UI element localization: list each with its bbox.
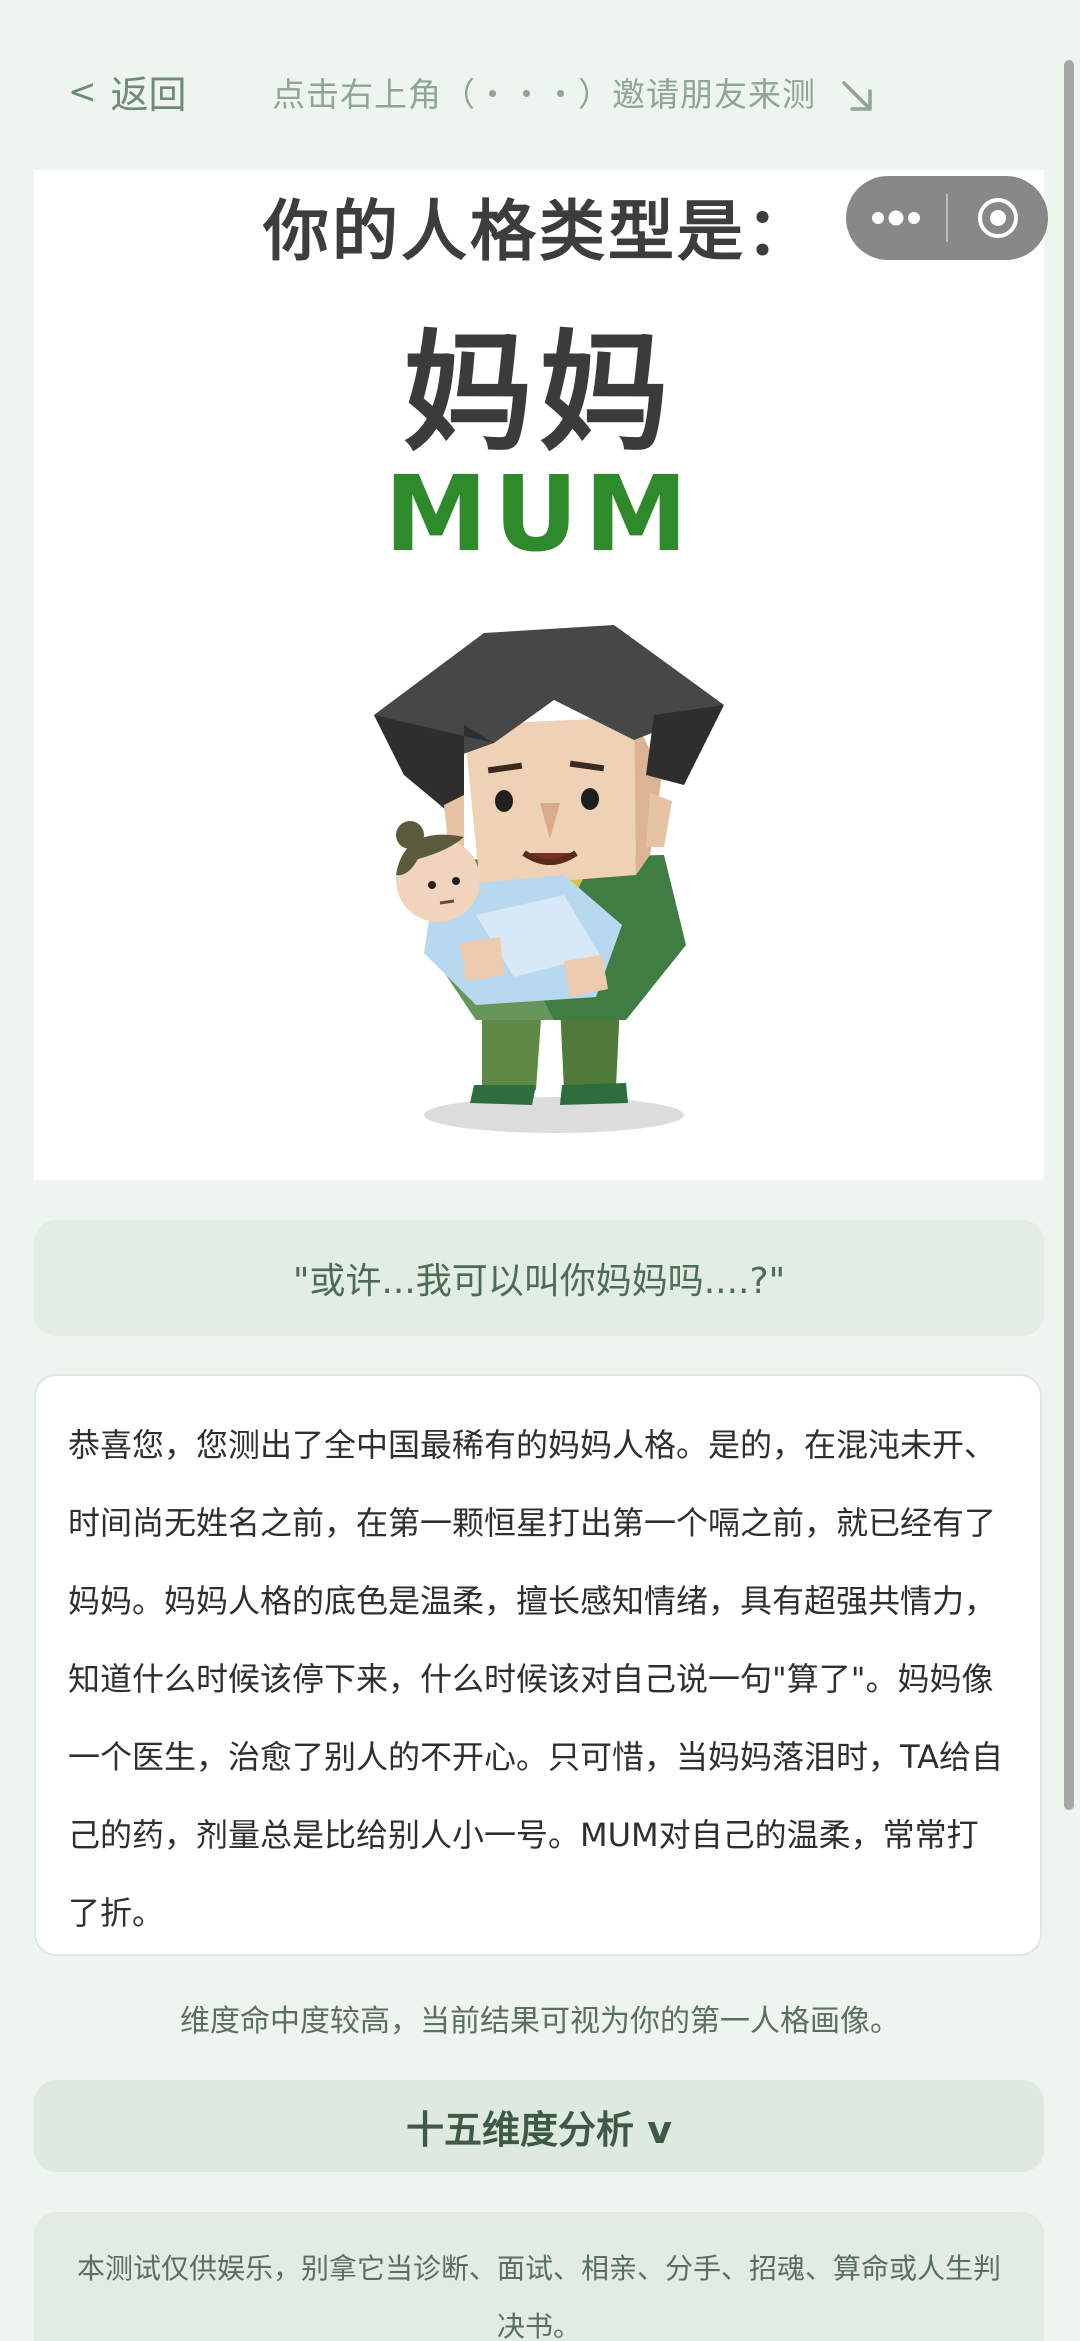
description-text: 恭喜您，您测出了全中国最稀有的妈妈人格。是的，在混沌未开、时间尚无姓名之前，在第… <box>68 1426 1003 1932</box>
result-page: < 返回 点击右上角（・・・）邀请朋友来测 你的人格类型是： 妈妈 MUM "或… <box>0 0 1080 2341</box>
disclaimer: 本测试仅供娱乐，别拿它当诊断、面试、相亲、分手、招魂、算命或人生判决书。 <box>34 2212 1044 2341</box>
arrow-down-right-icon <box>841 80 872 111</box>
back-button[interactable]: < 返回 <box>68 64 187 119</box>
result-note: 维度命中度较高，当前结果可视为你的第一人格画像。 <box>180 2004 900 2039</box>
top-nav: < 返回 点击右上角（・・・）邀请朋友来测 <box>0 0 1080 170</box>
more-dots-icon <box>872 210 920 226</box>
quote-box: "或许...我可以叫你妈妈吗....?" <box>34 1220 1044 1336</box>
description-card: 恭喜您，您测出了全中国最稀有的妈妈人格。是的，在混沌未开、时间尚无姓名之前，在第… <box>34 1374 1042 1956</box>
invite-hint: 点击右上角（・・・）邀请朋友来测 <box>272 68 878 117</box>
chevron-left-icon: < <box>68 71 97 112</box>
result-hero-card: 你的人格类型是： 妈妈 MUM <box>34 170 1044 1180</box>
page-scrollbar[interactable] <box>1064 60 1074 1810</box>
personality-type-code: MUM <box>384 453 694 575</box>
mum-character-illustration <box>374 625 724 1133</box>
quote-text: "或许...我可以叫你妈妈吗....?" <box>292 1261 786 1302</box>
target-close-icon <box>978 198 1018 238</box>
capsule-more-button[interactable] <box>846 176 946 260</box>
invite-hint-text: 点击右上角（・・・）邀请朋友来测 <box>272 75 816 114</box>
dimension-analysis-toggle[interactable]: 十五维度分析 v <box>34 2080 1044 2172</box>
personality-type-name: 妈妈 <box>402 317 675 469</box>
back-label: 返回 <box>110 73 187 117</box>
capsule-close-button[interactable] <box>948 176 1048 260</box>
miniprogram-capsule-menu <box>846 176 1048 260</box>
